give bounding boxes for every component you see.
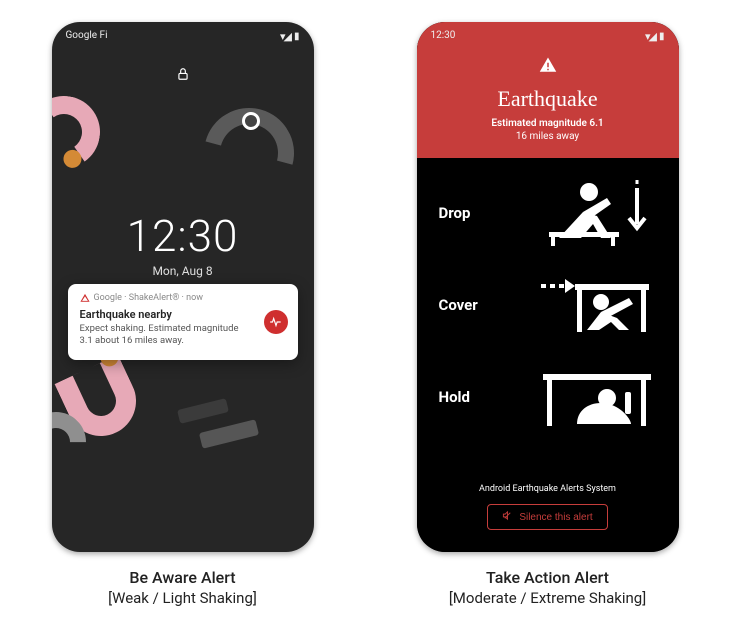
step-label: Hold bbox=[439, 388, 470, 406]
warning-triangle-icon bbox=[80, 293, 90, 303]
step-label: Drop bbox=[439, 204, 471, 222]
silence-label: Silence this alert bbox=[519, 512, 592, 523]
carrier-label: Google Fi bbox=[66, 30, 108, 43]
alert-title: Earthquake bbox=[427, 86, 669, 112]
warning-triangle-icon bbox=[427, 56, 669, 78]
deco-arc-pink-top bbox=[52, 90, 106, 173]
status-bar: 12:30 ▾◢ ▮ bbox=[417, 30, 679, 43]
lock-icon bbox=[176, 66, 190, 80]
hold-icon bbox=[537, 362, 657, 432]
caption-be-aware: Be Aware Alert [Weak / Light Shaking] bbox=[108, 568, 257, 607]
step-cover: Cover bbox=[439, 266, 657, 344]
lock-clock-block: 12:30 Mon, Aug 8 bbox=[52, 210, 314, 278]
deco-bar-dark bbox=[177, 398, 229, 424]
seismic-pulse-icon bbox=[264, 310, 288, 334]
take-action-column: 12:30 ▾◢ ▮ Earthquake Estimated magnitud… bbox=[417, 22, 679, 607]
step-label: Cover bbox=[439, 296, 478, 314]
status-bar: Google Fi ▾◢ ▮ bbox=[52, 30, 314, 43]
step-drop: Drop bbox=[439, 174, 657, 252]
status-icons: ▾◢ ▮ bbox=[280, 30, 300, 43]
silence-alert-button[interactable]: Silence this alert bbox=[487, 504, 607, 530]
deco-bar-light bbox=[198, 419, 258, 449]
phone-be-aware: Google Fi ▾◢ ▮ bbox=[52, 22, 314, 552]
mute-icon bbox=[502, 510, 513, 524]
battery-icon: ▮ bbox=[659, 31, 665, 42]
shake-alert-notification[interactable]: Google · ShakeAlert® · now Earthquake ne… bbox=[68, 284, 298, 360]
signal-icon: ▾◢ bbox=[645, 30, 655, 43]
alert-distance: 16 miles away bbox=[427, 131, 669, 142]
notification-body: Expect shaking. Estimated magnitude 3.1 … bbox=[80, 323, 254, 348]
step-hold: Hold bbox=[439, 358, 657, 436]
phone-take-action: 12:30 ▾◢ ▮ Earthquake Estimated magnitud… bbox=[417, 22, 679, 552]
drop-icon bbox=[537, 178, 657, 248]
deco-dot bbox=[242, 112, 260, 130]
alert-magnitude: Estimated magnitude 6.1 bbox=[427, 118, 669, 129]
battery-icon: ▮ bbox=[294, 31, 300, 42]
cover-icon bbox=[537, 270, 657, 340]
be-aware-column: Google Fi ▾◢ ▮ bbox=[52, 22, 314, 607]
status-icons: ▾◢ ▮ bbox=[645, 30, 665, 43]
caption-title: Take Action Alert bbox=[449, 568, 646, 587]
caption-sub: [Moderate / Extreme Shaking] bbox=[449, 589, 646, 607]
system-name: Android Earthquake Alerts System bbox=[417, 484, 679, 494]
caption-take-action: Take Action Alert [Moderate / Extreme Sh… bbox=[449, 568, 646, 607]
status-time: 12:30 bbox=[431, 30, 456, 43]
notification-title: Earthquake nearby bbox=[80, 308, 254, 321]
lock-time: 12:30 bbox=[52, 210, 314, 262]
caption-title: Be Aware Alert bbox=[108, 568, 257, 587]
notification-source: Google · ShakeAlert® · now bbox=[94, 293, 203, 303]
deco-arc-gray bbox=[187, 92, 310, 215]
signal-icon: ▾◢ bbox=[280, 30, 290, 43]
caption-sub: [Weak / Light Shaking] bbox=[108, 589, 257, 607]
lock-date: Mon, Aug 8 bbox=[52, 264, 314, 278]
